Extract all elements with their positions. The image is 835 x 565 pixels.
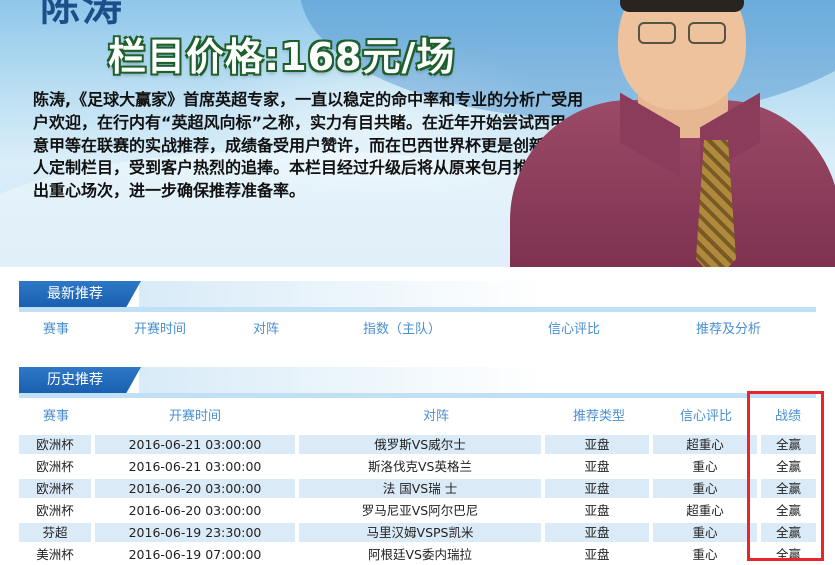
row-time: 2016-06-20 03:00:00 xyxy=(95,501,295,520)
row-confidence: 重心 xyxy=(653,545,757,564)
table-row: 欧洲杯 2016-06-21 03:00:00 斯洛伐克VS英格兰 亚盘 重心 … xyxy=(19,455,816,477)
table-row: 欧洲杯 2016-06-21 03:00:00 俄罗斯VS威尔士 亚盘 超重心 … xyxy=(19,433,816,455)
tab-history-recommendations[interactable]: 历史推荐 xyxy=(19,367,141,393)
row-confidence: 重心 xyxy=(653,479,757,498)
row-type: 亚盘 xyxy=(545,435,649,454)
expert-banner: 陈涛 栏目价格:168元/场 陈涛,《足球大赢家》首席英超专家，一直以稳定的命中… xyxy=(0,0,835,267)
history-col-event: 赛事 xyxy=(42,409,70,424)
row-result: 全赢 xyxy=(761,523,816,542)
expert-name-heading: 陈涛 xyxy=(40,0,124,30)
row-time: 2016-06-20 03:00:00 xyxy=(95,479,295,498)
tab-latest-recommendations[interactable]: 最新推荐 xyxy=(19,281,141,307)
latest-col-match: 对阵 xyxy=(253,322,280,337)
row-time: 2016-06-21 03:00:00 xyxy=(95,457,295,476)
row-match: 阿根廷VS委内瑞拉 xyxy=(299,545,541,564)
row-match: 法 国VS瑞 士 xyxy=(299,479,541,498)
row-event: 欧洲杯 xyxy=(19,435,91,454)
row-type: 亚盘 xyxy=(545,457,649,476)
history-col-time: 开赛时间 xyxy=(168,409,222,424)
row-confidence: 重心 xyxy=(653,523,757,542)
column-price: 栏目价格:168元/场 xyxy=(108,35,456,79)
latest-section-header: 最新推荐 xyxy=(19,281,816,312)
expert-photo xyxy=(500,0,835,267)
row-event: 芬超 xyxy=(19,523,91,542)
table-row: 欧洲杯 2016-06-20 03:00:00 法 国VS瑞 士 亚盘 重心 全… xyxy=(19,477,816,499)
row-match: 罗马尼亚VS阿尔巴尼 xyxy=(299,501,541,520)
row-match: 俄罗斯VS威尔士 xyxy=(299,435,541,454)
row-result: 全赢 xyxy=(761,457,816,476)
table-row: 芬超 2016-06-19 23:30:00 马里汉姆VSPS凯米 亚盘 重心 … xyxy=(19,521,816,543)
row-type: 亚盘 xyxy=(545,479,649,498)
history-table: 欧洲杯 2016-06-21 03:00:00 俄罗斯VS威尔士 亚盘 超重心 … xyxy=(19,433,816,565)
row-event: 美洲杯 xyxy=(19,545,91,564)
row-type: 亚盘 xyxy=(545,545,649,564)
row-confidence: 重心 xyxy=(653,457,757,476)
row-event: 欧洲杯 xyxy=(19,457,91,476)
row-time: 2016-06-21 03:00:00 xyxy=(95,435,295,454)
row-event: 欧洲杯 xyxy=(19,479,91,498)
latest-col-confidence: 信心评比 xyxy=(548,322,601,337)
history-col-match: 对阵 xyxy=(422,409,450,424)
row-confidence: 超重心 xyxy=(653,501,757,520)
row-match: 马里汉姆VSPS凯米 xyxy=(299,523,541,542)
latest-col-event: 赛事 xyxy=(43,322,70,337)
row-match: 斯洛伐克VS英格兰 xyxy=(299,457,541,476)
table-row: 美洲杯 2016-06-19 07:00:00 阿根廷VS委内瑞拉 亚盘 重心 … xyxy=(19,543,816,565)
history-col-result: 战绩 xyxy=(774,409,802,424)
row-event: 欧洲杯 xyxy=(19,501,91,520)
history-table-header: 赛事 开赛时间 对阵 推荐类型 信心评比 战绩 xyxy=(19,405,816,427)
history-col-type: 推荐类型 xyxy=(572,409,626,424)
row-type: 亚盘 xyxy=(545,523,649,542)
latest-col-analysis: 推荐及分析 xyxy=(696,322,762,337)
row-result: 全赢 xyxy=(761,545,816,564)
latest-col-time: 开赛时间 xyxy=(134,322,187,337)
table-row: 欧洲杯 2016-06-20 03:00:00 罗马尼亚VS阿尔巴尼 亚盘 超重… xyxy=(19,499,816,521)
row-time: 2016-06-19 07:00:00 xyxy=(95,545,295,564)
row-type: 亚盘 xyxy=(545,501,649,520)
history-section-header: 历史推荐 xyxy=(19,367,816,398)
history-col-confidence: 信心评比 xyxy=(679,409,733,424)
latest-col-odds: 指数（主队） xyxy=(363,322,442,337)
row-confidence: 超重心 xyxy=(653,435,757,454)
row-result: 全赢 xyxy=(761,479,816,498)
row-time: 2016-06-19 23:30:00 xyxy=(95,523,295,542)
row-result: 全赢 xyxy=(761,435,816,454)
row-result: 全赢 xyxy=(761,501,816,520)
latest-table-header: 赛事 开赛时间 对阵 指数（主队） 信心评比 推荐及分析 xyxy=(19,318,816,340)
